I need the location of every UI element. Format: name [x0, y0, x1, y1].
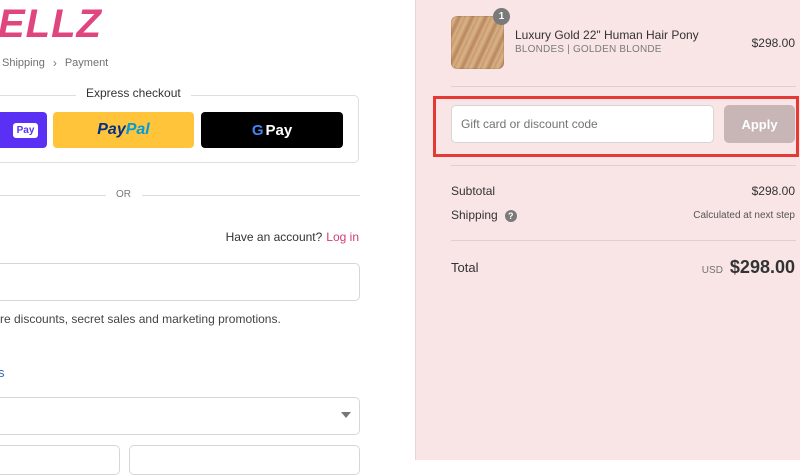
paypal-button[interactable]: Pay Pal	[53, 112, 194, 148]
email-field[interactable]	[0, 263, 360, 301]
breadcrumb-shipping[interactable]: Shipping	[2, 57, 45, 69]
product-name: Luxury Gold 22" Human Hair Pony	[515, 28, 699, 42]
google-pay-button[interactable]: G Pay	[201, 112, 343, 148]
total-amount: $298.00	[729, 257, 795, 277]
total-label: Total	[451, 260, 479, 275]
shop-pay-button[interactable]: Pay	[0, 112, 47, 148]
store-logo[interactable]: ELLZ	[0, 2, 102, 47]
paypal-logo-part1: Pay	[97, 121, 126, 138]
login-link[interactable]: Log in	[326, 230, 359, 244]
subtotal-label: Subtotal	[451, 184, 496, 198]
marketing-consent-text: re discounts, secret sales and marketing…	[0, 312, 281, 326]
order-summary-panel	[415, 0, 800, 460]
summary-divider	[451, 86, 796, 87]
shipping-value: Calculated at next step	[693, 210, 795, 221]
chevron-right-icon: ›	[52, 56, 57, 70]
summary-divider	[451, 240, 796, 241]
paypal-logo-part2: Pal	[125, 121, 150, 138]
divider-line-right	[142, 195, 360, 196]
shop-pay-label: Pay	[12, 122, 39, 138]
product-variant: BLONDES | GOLDEN BLONDE	[515, 44, 662, 55]
or-divider-text: OR	[116, 189, 131, 200]
divider-line-left	[0, 195, 106, 196]
product-thumbnail	[451, 16, 504, 69]
country-select[interactable]	[0, 397, 360, 435]
subtotal-value: $298.00	[751, 184, 795, 198]
summary-divider	[451, 165, 796, 166]
last-name-field[interactable]	[129, 445, 360, 475]
google-g-icon: G	[251, 121, 264, 139]
highlight-box	[433, 96, 799, 157]
shipping-row: Shipping?	[451, 208, 517, 222]
first-name-field[interactable]	[0, 445, 120, 475]
total-value: USD $298.00	[702, 257, 795, 278]
delivery-link[interactable]: s	[0, 365, 5, 380]
google-pay-label: Pay	[265, 121, 293, 139]
help-icon[interactable]: ?	[504, 209, 517, 222]
breadcrumb-payment[interactable]: Payment	[65, 57, 108, 69]
shipping-label: Shipping	[451, 208, 498, 222]
express-checkout-title: Express checkout	[76, 86, 191, 100]
product-price: $298.00	[751, 36, 795, 50]
breadcrumb: Shipping › Payment	[2, 56, 108, 70]
chevron-down-icon	[341, 412, 351, 418]
account-prompt-text: Have an account?	[225, 230, 323, 244]
checkout-main-column: ELLZ Shipping › Payment Express checkout…	[0, 0, 415, 475]
quantity-badge: 1	[493, 8, 510, 25]
account-prompt: Have an account? Log in	[226, 230, 359, 244]
currency-code: USD	[701, 265, 723, 276]
